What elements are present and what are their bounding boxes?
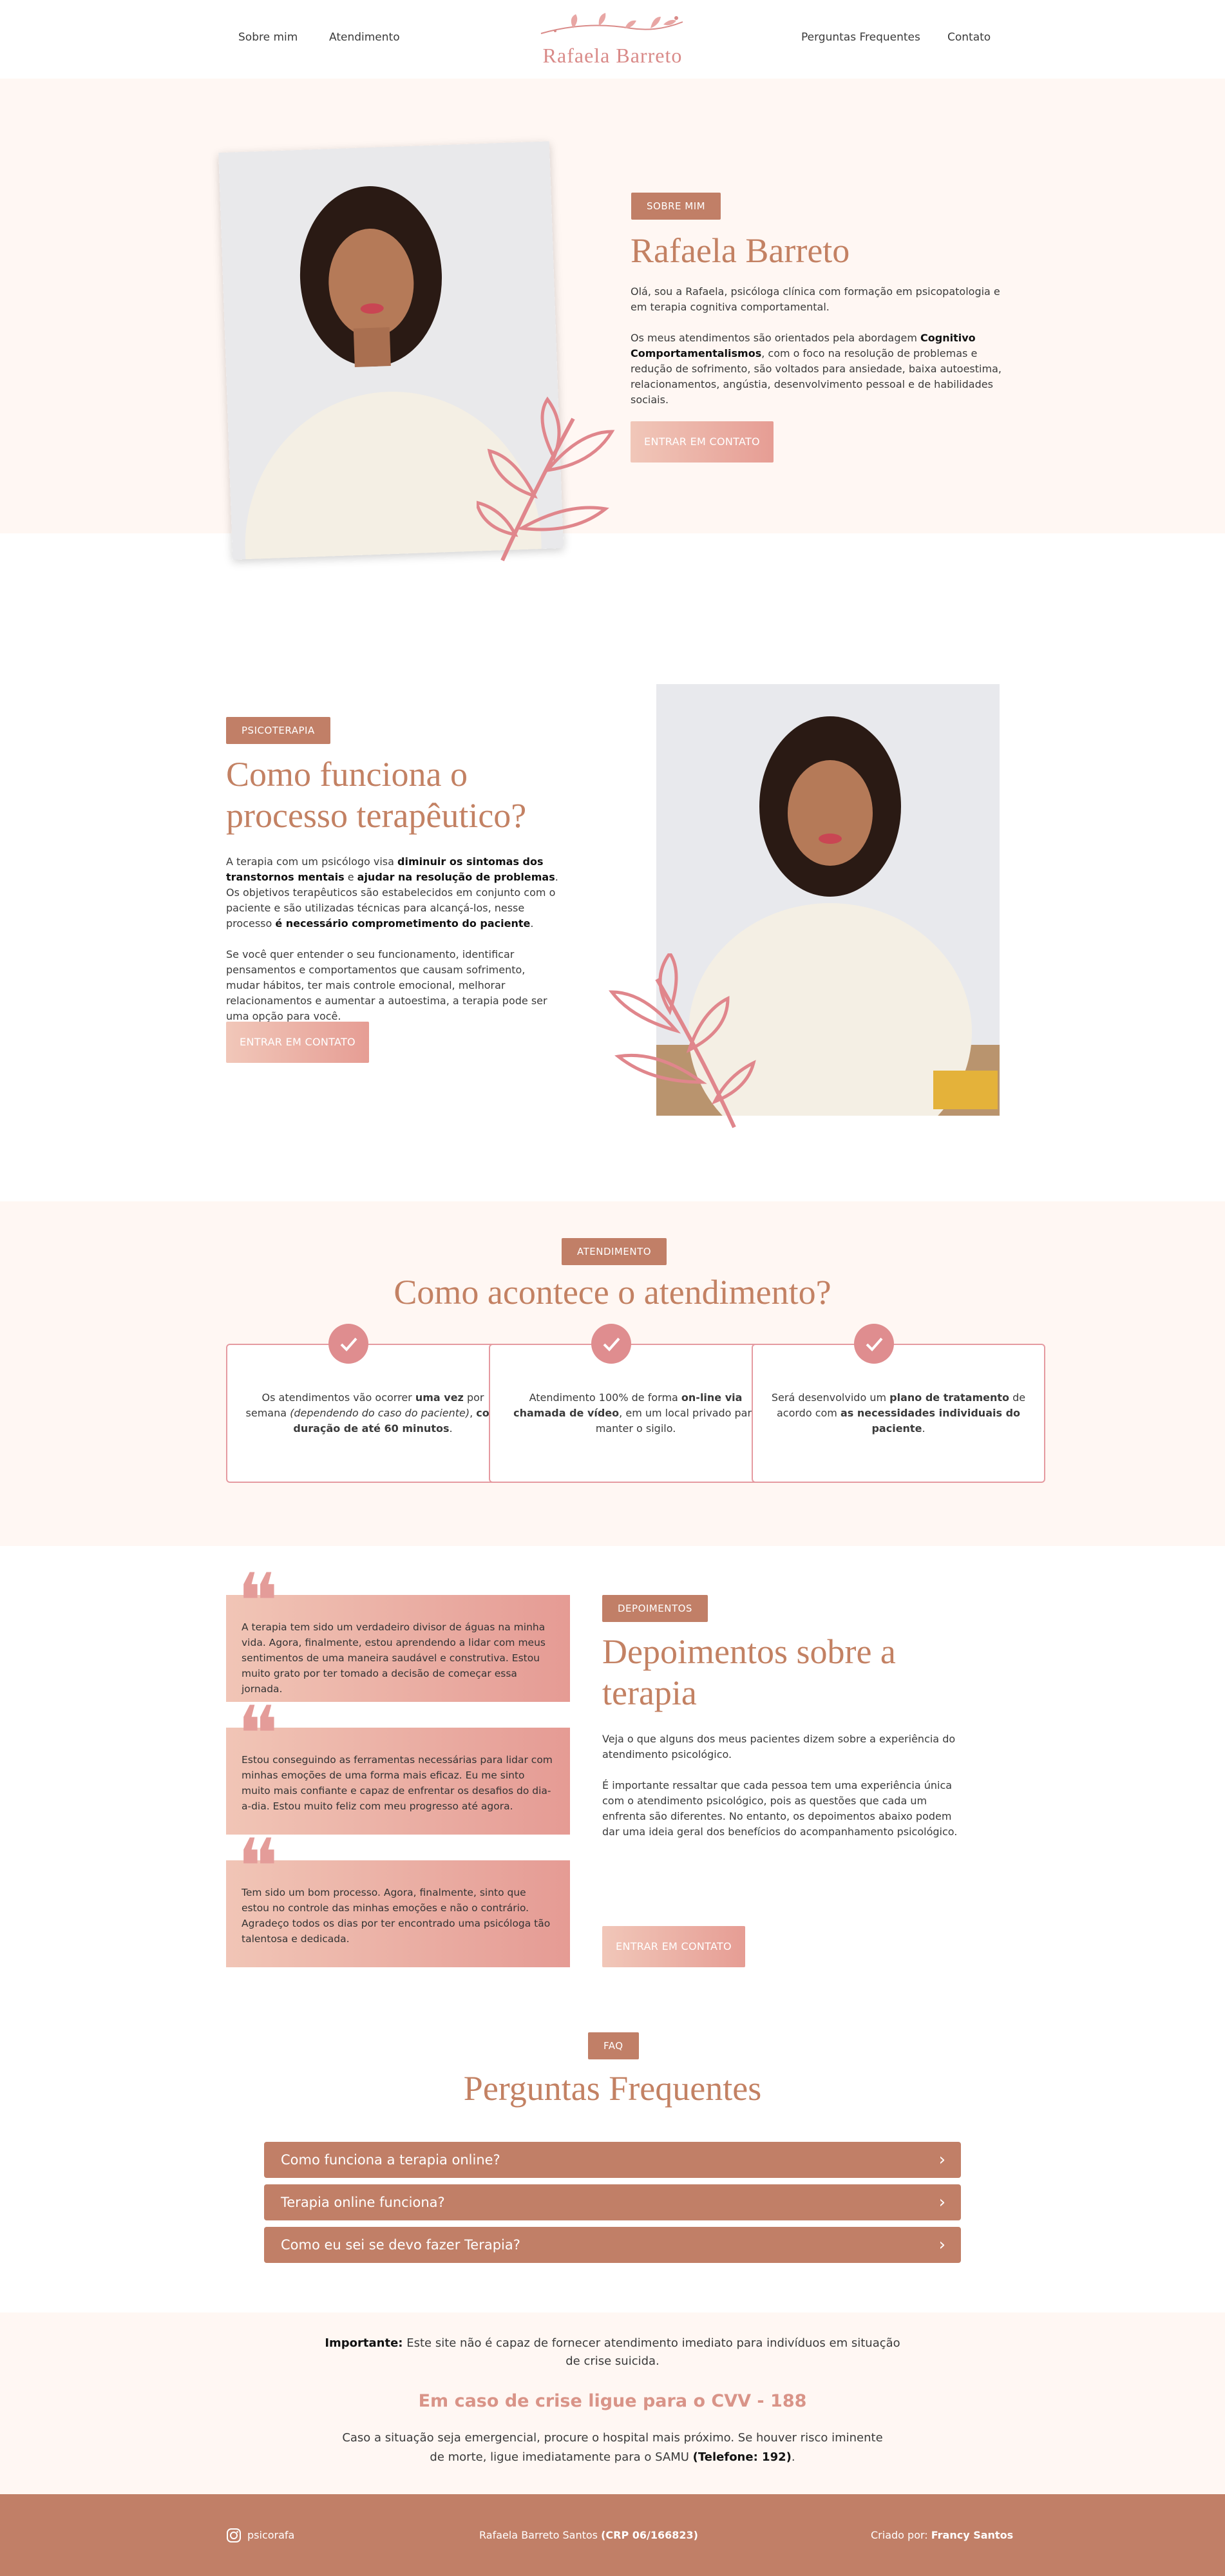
footer-instagram-handle[interactable]: psicorafa — [247, 2529, 294, 2541]
testimonial-text-2: Estou conseguindo as ferramentas necessá… — [242, 1754, 553, 1812]
notice-emergency: Caso a situação seja emergencial, procur… — [342, 2431, 883, 2464]
faq-badge: FAQ — [588, 2032, 639, 2059]
faq-item-3[interactable]: Como eu sei se devo fazer Terapia? › — [264, 2227, 961, 2263]
testimonials-title: Depoimentos sobre a terapia — [602, 1632, 896, 1712]
service-badge: ATENDIMENTO — [562, 1238, 667, 1265]
therapy-title: Como funciona o processo terapêutico? — [226, 755, 527, 835]
therapy-badge: PSICOTERAPIA — [226, 717, 330, 744]
quote-icon-2: ❝ — [237, 1690, 279, 1780]
service-card-3-text: Será desenvolvido um plano de tratamento… — [771, 1391, 1026, 1435]
about-paragraph-1: Olá, sou a Rafaela, psicóloga clínica co… — [631, 285, 1000, 313]
nav-link-sobre-mim[interactable]: Sobre mim — [238, 31, 298, 44]
therapy-contact-button[interactable]: ENTRAR EM CONTATO — [226, 1022, 369, 1063]
quote-icon-1: ❝ — [237, 1558, 279, 1647]
nav-link-contato[interactable]: Contato — [947, 31, 991, 44]
faq-title: Perguntas Frequentes — [463, 2069, 762, 2108]
chevron-right-icon: › — [938, 2150, 945, 2170]
nav-link-perguntas-frequentes[interactable]: Perguntas Frequentes — [801, 31, 920, 44]
leaf-decoration-icon-2 — [608, 953, 756, 1129]
notice-important: Importante: Este site não é capaz de for… — [325, 2336, 900, 2368]
testimonial-text-1: A terapia tem sido um verdadeiro divisor… — [242, 1621, 546, 1695]
notice-cvv: Em caso de crise ligue para o CVV - 188 — [418, 2391, 807, 2411]
site-logo[interactable]: Rafaela Barreto — [528, 12, 697, 70]
branch-logo-icon — [540, 13, 683, 34]
faq-item-1[interactable]: Como funciona a terapia online? › — [264, 2142, 961, 2178]
about-paragraph-2: Os meus atendimentos são orientados pela… — [631, 332, 1002, 406]
service-card-3: Será desenvolvido um plano de tratamento… — [752, 1344, 1045, 1483]
therapy-paragraph-2: Se você quer entender o seu funcionament… — [226, 948, 547, 1022]
logo-text: Rafaela Barreto — [542, 44, 683, 67]
about-title: Rafaela Barreto — [631, 231, 850, 270]
check-icon-3 — [854, 1324, 894, 1364]
about-badge: SOBRE MIM — [631, 193, 721, 220]
about-contact-button[interactable]: ENTRAR EM CONTATO — [631, 421, 774, 463]
service-card-2-text: Atendimento 100% de forma on-line via ch… — [513, 1391, 758, 1435]
footer-credit: Criado por: Francy Santos — [871, 2529, 1014, 2541]
faq-item-2[interactable]: Terapia online funciona? › — [264, 2184, 961, 2220]
top-navbar: Sobre mim Atendimento Rafaela Barreto Pe… — [0, 0, 1225, 79]
testimonials-contact-button[interactable]: ENTRAR EM CONTATO — [602, 1926, 745, 1967]
leaf-decoration-icon — [477, 396, 615, 562]
testimonial-text-3: Tem sido um bom processo. Agora, finalme… — [242, 1887, 551, 1945]
footer: psicorafa Rafaela Barreto Santos (CRP 06… — [0, 2494, 1225, 2576]
check-icon-2 — [591, 1324, 631, 1364]
testimonials-badge: DEPOIMENTOS — [602, 1595, 708, 1622]
service-card-1-text: Os atendimentos vão ocorrer uma vez por … — [245, 1391, 500, 1435]
instagram-icon[interactable] — [226, 2528, 242, 2543]
therapy-paragraph-1: A terapia com um psicólogo visa diminuir… — [226, 855, 558, 930]
chevron-right-icon: › — [938, 2193, 945, 2212]
testimonials-paragraph-2: É importante ressaltar que cada pessoa t… — [602, 1779, 958, 1838]
check-icon-1 — [328, 1324, 368, 1364]
chevron-right-icon: › — [938, 2235, 945, 2255]
service-card-2: Atendimento 100% de forma on-line via ch… — [489, 1344, 783, 1483]
quote-icon-3: ❝ — [237, 1823, 279, 1913]
testimonials-paragraph-1: Veja o que alguns dos meus pacientes diz… — [602, 1733, 956, 1760]
nav-link-atendimento[interactable]: Atendimento — [329, 31, 400, 44]
service-card-1: Os atendimentos vão ocorrer uma vez por … — [226, 1344, 520, 1483]
footer-name: Rafaela Barreto Santos (CRP 06/166823) — [479, 2529, 698, 2541]
service-title: Como acontece o atendimento? — [394, 1273, 831, 1312]
